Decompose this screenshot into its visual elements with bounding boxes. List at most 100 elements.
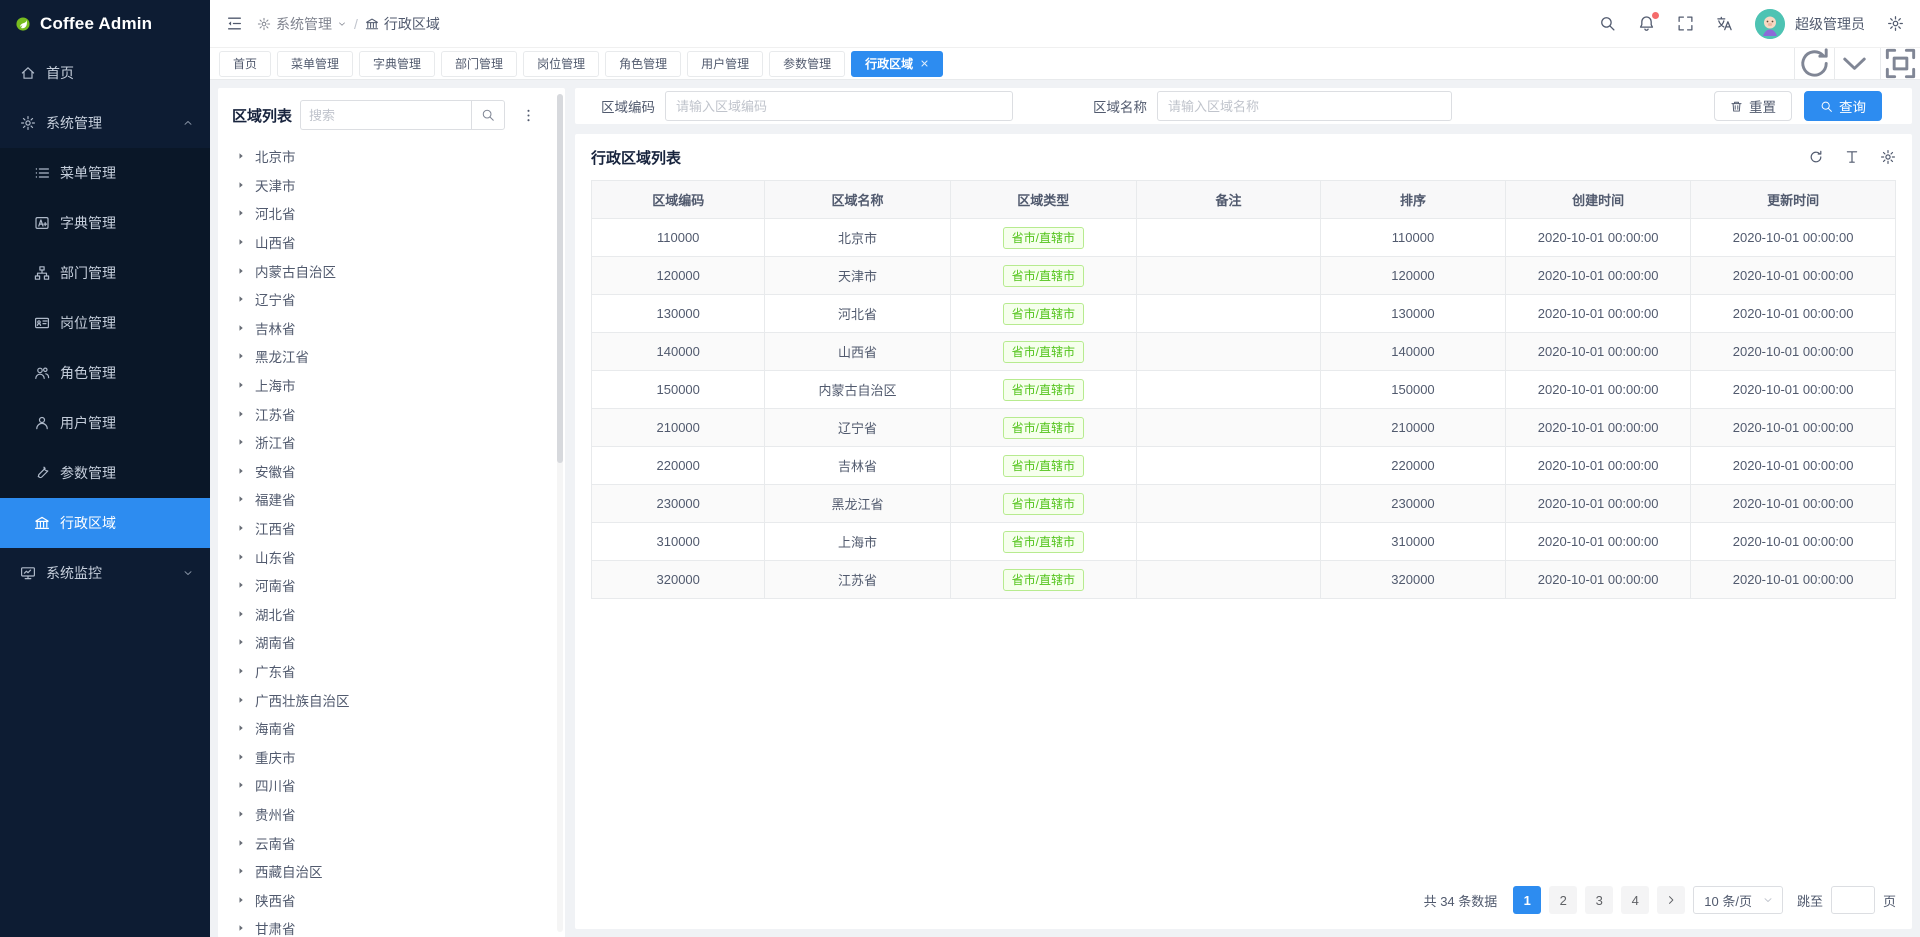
tree-node[interactable]: 海南省 <box>232 714 555 743</box>
sidebar-item[interactable]: 首页 <box>0 48 210 98</box>
sidebar-subitem[interactable]: 部门管理 <box>0 248 210 298</box>
caret-right-icon[interactable] <box>236 237 246 247</box>
tree-node[interactable]: 湖南省 <box>232 628 555 657</box>
region-code-input[interactable] <box>665 91 1013 121</box>
tree-node[interactable]: 浙江省 <box>232 428 555 457</box>
sidebar-item[interactable]: 系统管理 <box>0 98 210 148</box>
breadcrumb-current[interactable]: 行政区域 <box>365 14 440 34</box>
tree-node[interactable]: 陕西省 <box>232 885 555 914</box>
tree-node[interactable]: 四川省 <box>232 771 555 800</box>
tree-node[interactable]: 安徽省 <box>232 457 555 486</box>
caret-right-icon[interactable] <box>236 895 246 905</box>
tree-node[interactable]: 山西省 <box>232 228 555 257</box>
caret-right-icon[interactable] <box>236 351 246 361</box>
collapse-sidebar-icon[interactable] <box>226 15 243 32</box>
caret-right-icon[interactable] <box>236 723 246 733</box>
tree-node[interactable]: 河北省 <box>232 199 555 228</box>
page-tab[interactable]: 角色管理 <box>605 51 681 77</box>
search-button[interactable]: 查询 <box>1804 91 1882 121</box>
tree-node[interactable]: 江苏省 <box>232 399 555 428</box>
refresh-table-icon[interactable] <box>1808 149 1824 165</box>
caret-right-icon[interactable] <box>236 266 246 276</box>
caret-right-icon[interactable] <box>236 294 246 304</box>
caret-right-icon[interactable] <box>236 695 246 705</box>
caret-right-icon[interactable] <box>236 780 246 790</box>
tree-node[interactable]: 甘肃省 <box>232 914 555 937</box>
caret-right-icon[interactable] <box>236 323 246 333</box>
close-icon[interactable] <box>920 59 929 68</box>
tree-node[interactable]: 山东省 <box>232 542 555 571</box>
notification-bell-icon[interactable] <box>1638 15 1655 32</box>
caret-right-icon[interactable] <box>236 637 246 647</box>
tree-node[interactable]: 内蒙古自治区 <box>232 256 555 285</box>
sidebar-subitem[interactable]: 岗位管理 <box>0 298 210 348</box>
fullscreen-icon[interactable] <box>1677 15 1694 32</box>
tree-node[interactable]: 辽宁省 <box>232 285 555 314</box>
caret-right-icon[interactable] <box>236 552 246 562</box>
settings-gear-icon[interactable] <box>1887 15 1904 32</box>
sidebar-subitem[interactable]: 用户管理 <box>0 398 210 448</box>
tree-node[interactable]: 西藏自治区 <box>232 857 555 886</box>
sidebar-subitem[interactable]: 参数管理 <box>0 448 210 498</box>
tree-node[interactable]: 广东省 <box>232 657 555 686</box>
sidebar-subitem[interactable]: 角色管理 <box>0 348 210 398</box>
caret-right-icon[interactable] <box>236 809 246 819</box>
caret-right-icon[interactable] <box>236 151 246 161</box>
tree-node[interactable]: 湖北省 <box>232 600 555 629</box>
tree-more-kebab-icon[interactable] <box>521 108 536 123</box>
breadcrumb-section[interactable]: 系统管理 <box>257 14 347 34</box>
caret-right-icon[interactable] <box>236 437 246 447</box>
caret-right-icon[interactable] <box>236 409 246 419</box>
caret-right-icon[interactable] <box>236 180 246 190</box>
tree-node[interactable]: 吉林省 <box>232 314 555 343</box>
tree-node[interactable]: 北京市 <box>232 142 555 171</box>
caret-right-icon[interactable] <box>236 580 246 590</box>
tree-search-input[interactable] <box>300 100 471 130</box>
page-number-button[interactable]: 1 <box>1513 886 1541 914</box>
tree-node[interactable]: 重庆市 <box>232 742 555 771</box>
tree-node[interactable]: 河南省 <box>232 571 555 600</box>
maximize-view-icon[interactable] <box>1880 48 1920 79</box>
tree-node[interactable]: 天津市 <box>232 171 555 200</box>
tree-node[interactable]: 江西省 <box>232 514 555 543</box>
tree-node[interactable]: 云南省 <box>232 828 555 857</box>
page-tab[interactable]: 菜单管理 <box>277 51 353 77</box>
page-number-button[interactable]: 3 <box>1585 886 1613 914</box>
caret-right-icon[interactable] <box>236 923 246 933</box>
translate-icon[interactable] <box>1716 15 1733 32</box>
caret-right-icon[interactable] <box>236 666 246 676</box>
caret-right-icon[interactable] <box>236 494 246 504</box>
user-menu[interactable]: 超级管理员 <box>1755 9 1865 39</box>
caret-right-icon[interactable] <box>236 466 246 476</box>
caret-right-icon[interactable] <box>236 609 246 619</box>
tree-scrollbar-thumb[interactable] <box>557 94 563 463</box>
page-tab[interactable]: 岗位管理 <box>523 51 599 77</box>
app-logo[interactable]: Coffee Admin <box>0 0 210 48</box>
caret-right-icon[interactable] <box>236 752 246 762</box>
sidebar-item[interactable]: 系统监控 <box>0 548 210 598</box>
jump-page-input[interactable] <box>1831 886 1875 914</box>
column-settings-gear-icon[interactable] <box>1880 149 1896 165</box>
tree-node[interactable]: 上海市 <box>232 371 555 400</box>
page-tab[interactable]: 部门管理 <box>441 51 517 77</box>
region-name-input[interactable] <box>1157 91 1452 121</box>
tree-node[interactable]: 黑龙江省 <box>232 342 555 371</box>
tree-node[interactable]: 福建省 <box>232 485 555 514</box>
page-number-button[interactable]: 4 <box>1621 886 1649 914</box>
search-icon[interactable] <box>1599 15 1616 32</box>
caret-right-icon[interactable] <box>236 866 246 876</box>
page-tab[interactable]: 首页 <box>219 51 271 77</box>
tree-node[interactable]: 贵州省 <box>232 800 555 829</box>
sidebar-subitem[interactable]: 行政区域 <box>0 498 210 548</box>
caret-right-icon[interactable] <box>236 380 246 390</box>
caret-right-icon[interactable] <box>236 208 246 218</box>
page-tab[interactable]: 行政区域 <box>851 51 943 77</box>
refresh-tab-icon[interactable] <box>1794 48 1834 79</box>
page-number-button[interactable]: 2 <box>1549 886 1577 914</box>
caret-right-icon[interactable] <box>236 838 246 848</box>
tree-node[interactable]: 广西壮族自治区 <box>232 685 555 714</box>
caret-right-icon[interactable] <box>236 523 246 533</box>
tree-search-button[interactable] <box>471 100 505 130</box>
page-tab[interactable]: 字典管理 <box>359 51 435 77</box>
sidebar-subitem[interactable]: 字典管理 <box>0 198 210 248</box>
